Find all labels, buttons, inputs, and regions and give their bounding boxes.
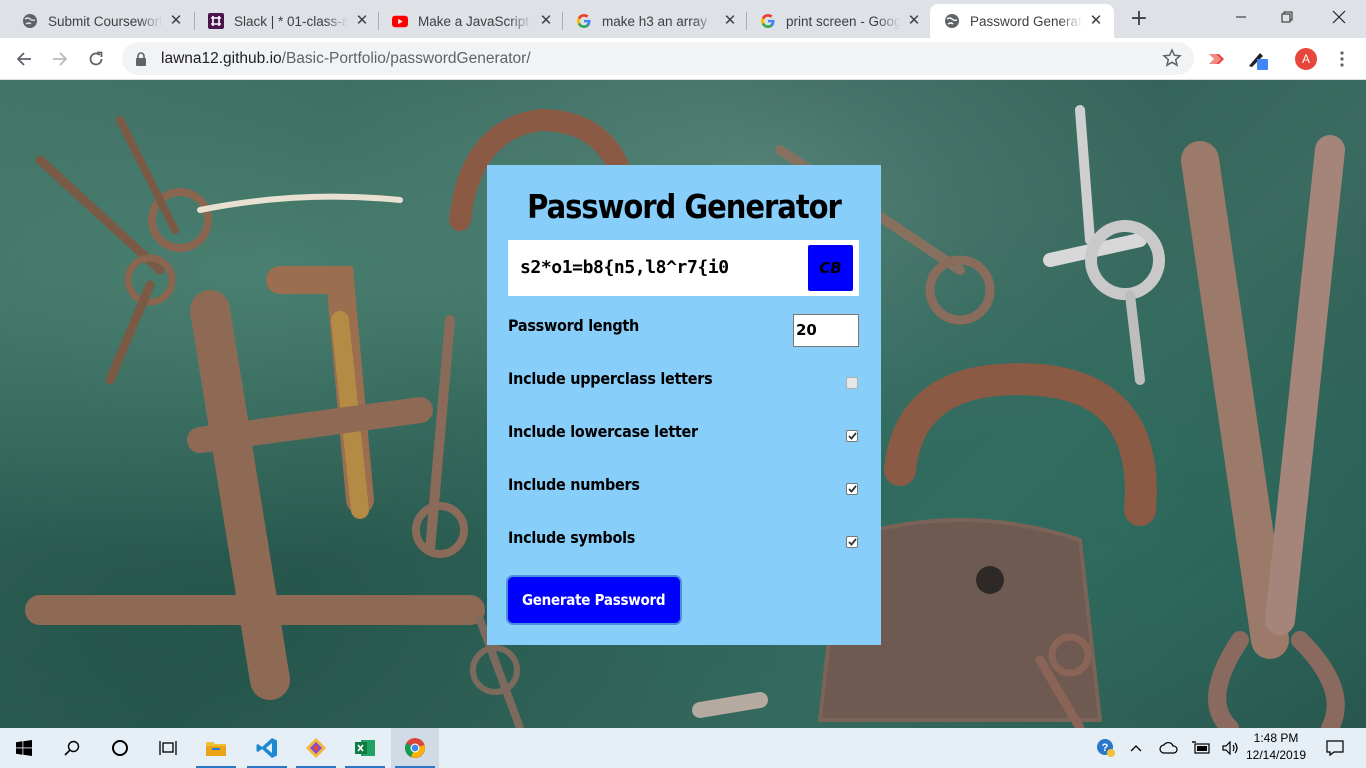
extension-color-picker-icon[interactable] bbox=[1246, 48, 1268, 70]
vscode-button[interactable] bbox=[243, 728, 291, 768]
url-text: lawna12.github.io/Basic-Portfolio/passwo… bbox=[161, 50, 531, 68]
browser-menu-icon[interactable] bbox=[1332, 48, 1352, 70]
page-viewport: Password Generator s2*o1=b8{n5,l8^r7{i0 … bbox=[0, 80, 1366, 728]
close-icon bbox=[1332, 10, 1346, 24]
password-length-label: Password length bbox=[508, 316, 640, 335]
notifications-icon[interactable] bbox=[1320, 728, 1350, 768]
back-arrow-icon bbox=[16, 52, 31, 66]
back-button[interactable] bbox=[10, 45, 38, 73]
close-window-button[interactable] bbox=[1316, 4, 1362, 30]
chrome-button[interactable] bbox=[391, 728, 439, 768]
uppercase-checkbox[interactable] bbox=[846, 377, 858, 389]
close-icon[interactable]: ✕ bbox=[354, 13, 370, 29]
excel-icon bbox=[355, 740, 375, 756]
tab-title: make h3 an array bbox=[602, 13, 708, 29]
generate-password-label: Generate Password bbox=[522, 591, 666, 609]
windows-taskbar: ? 1:48 PM 12/14/2019 bbox=[0, 728, 1366, 768]
onedrive-icon[interactable] bbox=[1156, 728, 1182, 768]
minimize-icon bbox=[1236, 16, 1246, 18]
task-view-button[interactable] bbox=[144, 728, 192, 768]
git-icon bbox=[306, 738, 326, 758]
browser-tabstrip: Submit Coursework ✕ Slack | * 01-class-a… bbox=[0, 0, 1366, 38]
uppercase-label: Include upperclass letters bbox=[508, 369, 713, 388]
google-icon bbox=[576, 13, 592, 29]
reload-icon bbox=[89, 51, 103, 66]
password-length-input[interactable]: 20 bbox=[793, 314, 859, 347]
browser-tab-password-generator[interactable]: Password Generator ✕ bbox=[930, 4, 1114, 38]
restore-icon bbox=[1281, 11, 1293, 23]
excel-button[interactable] bbox=[341, 728, 389, 768]
checkmark-icon bbox=[847, 432, 857, 440]
lowercase-checkbox[interactable] bbox=[846, 430, 858, 442]
bookmark-star-icon[interactable] bbox=[1162, 48, 1182, 72]
tab-title: Password Generator bbox=[970, 13, 1082, 29]
browser-tab-youtube[interactable]: Make a JavaScript ✕ bbox=[378, 4, 564, 38]
numbers-label: Include numbers bbox=[508, 475, 640, 494]
file-explorer-button[interactable] bbox=[192, 728, 240, 768]
tab-title: print screen - Google bbox=[786, 13, 900, 29]
globe-icon bbox=[944, 13, 960, 29]
search-icon bbox=[64, 740, 80, 756]
chrome-icon bbox=[405, 738, 425, 758]
tab-title: Submit Coursework bbox=[48, 13, 162, 29]
browser-toolbar: lawna12.github.io/Basic-Portfolio/passwo… bbox=[0, 38, 1366, 80]
browser-tab-slack[interactable]: Slack | * 01-class-activities ✕ bbox=[194, 4, 380, 38]
forward-button[interactable] bbox=[46, 45, 74, 73]
browser-tab-submit-coursework[interactable]: Submit Coursework ✕ bbox=[8, 4, 194, 38]
new-tab-button[interactable]: + bbox=[1128, 8, 1150, 30]
task-view-icon bbox=[159, 741, 177, 755]
close-icon[interactable]: ✕ bbox=[1088, 13, 1104, 29]
checkmark-icon bbox=[847, 485, 857, 493]
tab-title: Slack | * 01-class-activities bbox=[234, 13, 348, 29]
url-host: lawna12.github.io bbox=[161, 50, 282, 67]
password-text: s2*o1=b8{n5,l8^r7{i0 bbox=[520, 257, 729, 278]
slack-icon bbox=[208, 13, 224, 29]
profile-avatar[interactable]: A bbox=[1295, 48, 1317, 70]
taskbar-clock[interactable]: 1:48 PM 12/14/2019 bbox=[1240, 730, 1312, 764]
close-icon[interactable]: ✕ bbox=[538, 13, 554, 29]
browser-tab-print-screen[interactable]: print screen - Google ✕ bbox=[746, 4, 932, 38]
address-bar[interactable]: lawna12.github.io/Basic-Portfolio/passwo… bbox=[122, 42, 1194, 75]
minimize-button[interactable] bbox=[1218, 4, 1264, 30]
copy-button[interactable]: CB bbox=[808, 245, 853, 291]
clock-date: 12/14/2019 bbox=[1245, 748, 1307, 762]
cortana-icon bbox=[112, 740, 128, 756]
page-title: Password Generator bbox=[527, 187, 842, 226]
vscode-icon bbox=[256, 738, 277, 758]
cortana-button[interactable] bbox=[96, 728, 144, 768]
restore-button[interactable] bbox=[1264, 4, 1310, 30]
google-icon bbox=[760, 13, 776, 29]
generate-password-button[interactable]: Generate Password bbox=[508, 577, 680, 623]
clock-time: 1:48 PM bbox=[1253, 731, 1299, 745]
symbols-checkbox[interactable] bbox=[846, 536, 858, 548]
file-explorer-icon bbox=[206, 742, 226, 756]
password-generator-card: Password Generator s2*o1=b8{n5,l8^r7{i0 … bbox=[487, 165, 881, 645]
reload-button[interactable] bbox=[82, 45, 110, 73]
youtube-icon bbox=[392, 13, 408, 29]
checkmark-icon bbox=[847, 538, 857, 546]
browser-tab-make-h3-array[interactable]: make h3 an array ✕ bbox=[562, 4, 748, 38]
password-output[interactable]: s2*o1=b8{n5,l8^r7{i0 CB bbox=[508, 240, 859, 296]
close-icon[interactable]: ✕ bbox=[906, 13, 922, 29]
git-client-button[interactable] bbox=[292, 728, 340, 768]
lock-icon[interactable] bbox=[135, 51, 147, 70]
close-icon[interactable]: ✕ bbox=[722, 13, 738, 29]
lowercase-label: Include lowercase letter bbox=[508, 422, 698, 441]
numbers-checkbox[interactable] bbox=[846, 483, 858, 495]
close-icon[interactable]: ✕ bbox=[168, 13, 184, 29]
tab-title: Make a JavaScript bbox=[418, 13, 530, 29]
start-button[interactable] bbox=[0, 728, 48, 768]
globe-icon bbox=[22, 13, 38, 29]
extension-screencast-icon[interactable] bbox=[1206, 48, 1228, 70]
symbols-label: Include symbols bbox=[508, 528, 636, 547]
search-button[interactable] bbox=[48, 728, 96, 768]
battery-icon[interactable] bbox=[1188, 728, 1214, 768]
help-tray-icon[interactable]: ? bbox=[1094, 728, 1118, 768]
chevron-up-icon[interactable] bbox=[1126, 728, 1146, 768]
forward-arrow-icon bbox=[53, 52, 68, 66]
url-path: /Basic-Portfolio/passwordGenerator/ bbox=[281, 50, 531, 67]
start-icon bbox=[16, 740, 32, 756]
